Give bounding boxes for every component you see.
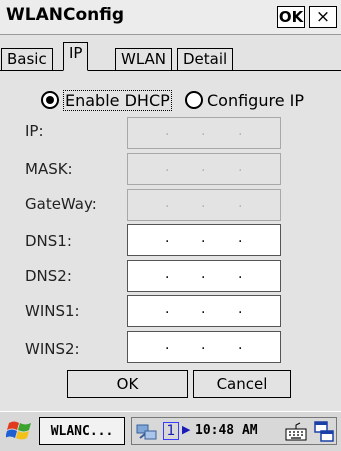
mask-field: · · · <box>127 153 281 185</box>
ip-label: IP: <box>25 122 44 140</box>
ok-button[interactable]: OK <box>67 370 188 398</box>
keyboard-icon[interactable] <box>285 422 307 442</box>
task-button-wlanconfig[interactable]: WLANC... <box>39 417 125 445</box>
dns1-field[interactable]: · · · <box>127 224 281 256</box>
dns1-label: DNS1: <box>25 232 72 250</box>
dns2-field[interactable]: · · · <box>127 260 281 292</box>
window-title: WLANConfig <box>6 5 124 25</box>
network-icon[interactable] <box>136 422 158 442</box>
enable-dhcp-label: Enable DHCP <box>63 89 172 111</box>
tab-wlan[interactable]: WLAN <box>115 48 173 70</box>
clock[interactable]: 10:48 AM <box>195 423 258 438</box>
enable-dhcp-radio[interactable]: Enable DHCP <box>41 89 172 111</box>
title-ok-button[interactable]: OK <box>277 6 305 28</box>
wins1-label: WINS1: <box>25 302 80 320</box>
radio-checked-icon <box>41 91 59 109</box>
tab-divider <box>0 70 341 71</box>
wins2-field[interactable]: · · · <box>127 331 281 363</box>
close-button[interactable]: × <box>309 6 337 28</box>
system-tray: 1 ▶ 10:48 AM <box>131 417 337 445</box>
mask-label: MASK: <box>25 160 73 178</box>
tab-ip[interactable]: IP <box>63 42 89 71</box>
switch-windows-icon[interactable] <box>314 421 334 443</box>
play-arrow-icon: ▶ <box>182 423 191 436</box>
ip-address-field: · · · <box>127 117 281 149</box>
tab-basic[interactable]: Basic <box>1 48 53 70</box>
gateway-field: · · · <box>127 189 281 221</box>
title-bar: WLANConfig OK × <box>0 0 341 35</box>
wins1-field[interactable]: · · · <box>127 295 281 327</box>
desktop-number-indicator[interactable]: 1 <box>163 422 179 440</box>
cancel-button[interactable]: Cancel <box>193 370 291 398</box>
gateway-label: GateWay: <box>25 195 97 213</box>
dns2-label: DNS2: <box>25 267 72 285</box>
radio-unchecked-icon <box>185 91 203 109</box>
tab-strip: Basic IP WLAN Detail <box>0 40 341 71</box>
configure-ip-radio[interactable]: Configure IP <box>185 89 304 111</box>
configure-ip-label: Configure IP <box>207 90 304 110</box>
windows-start-icon[interactable] <box>6 418 34 444</box>
wins2-label: WINS2: <box>25 340 80 358</box>
tab-detail[interactable]: Detail <box>177 48 234 70</box>
taskbar: WLANC... 1 ▶ 10:48 AM <box>0 411 341 451</box>
